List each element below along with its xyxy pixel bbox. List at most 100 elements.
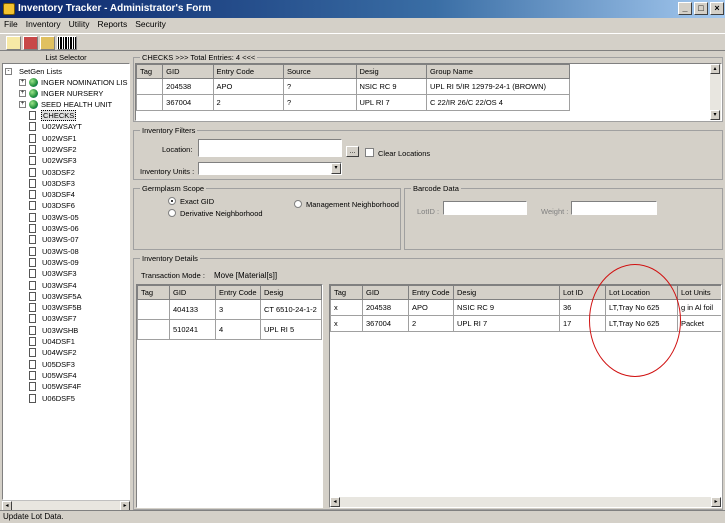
scroll-left-icon[interactable]: ◂ <box>330 497 340 507</box>
col-header[interactable]: Lot Units <box>677 285 721 300</box>
barcode-data-title: Barcode Data <box>411 184 461 193</box>
cell[interactable]: 36 <box>559 299 606 316</box>
menu-inventory[interactable]: Inventory <box>22 18 65 31</box>
open-icon[interactable] <box>40 36 55 50</box>
col-header[interactable]: Desig <box>453 285 560 300</box>
collapse-icon[interactable]: - <box>5 68 12 75</box>
list-item-label: U03WS-09 <box>42 257 79 267</box>
col-header[interactable]: Tag <box>136 64 164 79</box>
expand-icon[interactable]: + <box>19 79 26 86</box>
col-header[interactable]: GID <box>162 64 214 79</box>
close-button[interactable]: × <box>710 2 724 15</box>
cell[interactable] <box>137 319 170 340</box>
cell[interactable] <box>137 299 170 320</box>
cell[interactable]: ? <box>283 78 357 95</box>
scroll-up-icon[interactable]: ▴ <box>710 64 720 74</box>
checks-vertical-scrollbar[interactable]: ▴ ▾ <box>710 64 721 120</box>
document-icon <box>29 201 36 211</box>
menu-security[interactable]: Security <box>131 18 170 31</box>
col-header[interactable]: Desig <box>355 64 427 79</box>
cell[interactable]: 510241 <box>169 319 216 340</box>
cell[interactable]: 204538 <box>362 299 409 316</box>
toolbar <box>0 33 725 51</box>
cell[interactable]: CT 6510-24-1-2 <box>260 299 322 320</box>
col-header[interactable]: GID <box>362 285 409 300</box>
col-header[interactable]: Group Name <box>425 64 571 79</box>
cell[interactable] <box>136 78 164 95</box>
dropdown-arrow-icon[interactable]: ▾ <box>331 163 341 174</box>
clear-locations-label: Clear Locations <box>378 149 431 158</box>
document-icon <box>29 370 36 380</box>
cell[interactable]: LT,Tray No 625 <box>605 299 678 316</box>
cell[interactable]: x <box>330 299 363 316</box>
cell[interactable]: 17 <box>559 315 606 332</box>
cell[interactable]: 4 <box>215 319 261 340</box>
browse-location-button[interactable]: ... <box>346 146 359 157</box>
cell[interactable]: g in Al foil <box>677 299 721 316</box>
table-row[interactable]: 510241 4 UPL RI 5 <box>137 319 322 340</box>
scroll-down-icon[interactable]: ▾ <box>710 110 720 120</box>
col-header[interactable]: Tag <box>330 285 363 300</box>
col-header[interactable]: Entry Code <box>408 285 454 300</box>
document-icon <box>29 246 36 256</box>
col-header[interactable]: Tag <box>137 285 170 300</box>
table-row[interactable]: 204538 APO ? NSIC RC 9 UPL RI 5/IR 12979… <box>136 78 571 95</box>
cell[interactable]: LT,Tray No 625 <box>605 315 678 332</box>
cell[interactable]: NSIC RC 9 <box>453 299 560 316</box>
scroll-right-icon[interactable]: ▸ <box>711 497 721 507</box>
inventory-filters-group: Inventory Filters Location: ... Clear Lo… <box>133 126 723 180</box>
table-row[interactable]: x 204538 APO NSIC RC 9 36 LT,Tray No 625… <box>330 299 721 316</box>
save-icon[interactable] <box>23 36 38 50</box>
cell[interactable]: 404133 <box>169 299 216 320</box>
exact-gid-radio[interactable] <box>168 197 176 205</box>
new-icon[interactable] <box>6 36 21 50</box>
status-bar: Update Lot Data. <box>0 510 725 523</box>
lot-grid-horizontal-scrollbar[interactable]: ◂ ▸ <box>330 497 721 507</box>
cell[interactable]: APO <box>408 299 454 316</box>
cell[interactable]: UPL RI 5/IR 12979-24-1 (BROWN) <box>425 78 571 95</box>
cell[interactable]: 2 <box>212 94 285 111</box>
col-header[interactable]: Source <box>283 64 357 79</box>
location-input[interactable] <box>198 139 342 157</box>
col-header[interactable]: Lot ID <box>559 285 606 300</box>
cell[interactable]: 2 <box>408 315 454 332</box>
col-header[interactable]: GID <box>169 285 216 300</box>
minimize-button[interactable]: _ <box>678 2 692 15</box>
menu-file[interactable]: File <box>0 18 22 31</box>
col-header[interactable]: Entry Code <box>212 64 285 79</box>
expand-icon[interactable]: + <box>19 101 26 108</box>
derivative-neighborhood-radio[interactable] <box>168 209 176 217</box>
table-row[interactable]: 404133 3 CT 6510-24-1-2 <box>137 299 322 320</box>
cell[interactable]: UPL RI 5 <box>260 319 322 340</box>
col-header[interactable]: Lot Location <box>605 285 678 300</box>
cell[interactable]: C 22/IR 26/C 22/OS 4 <box>425 94 571 111</box>
cell[interactable]: 367004 <box>362 315 409 332</box>
weight-input[interactable] <box>571 201 657 215</box>
menu-utility[interactable]: Utility <box>65 18 94 31</box>
inventory-units-select[interactable]: ▾ <box>198 162 342 175</box>
cell[interactable]: ? <box>283 94 357 111</box>
cell[interactable]: NSIC RC 9 <box>355 78 427 95</box>
cell[interactable]: 204538 <box>162 78 214 95</box>
cell[interactable]: x <box>330 315 363 332</box>
cell[interactable]: UPL RI 7 <box>355 94 427 111</box>
cell[interactable]: 367004 <box>162 94 214 111</box>
col-header[interactable]: Entry Code <box>215 285 261 300</box>
document-icon <box>29 122 36 132</box>
cell[interactable]: APO <box>212 78 285 95</box>
barcode-icon[interactable] <box>57 36 77 50</box>
tree-horizontal-scrollbar[interactable]: ◂ ▸ <box>2 500 130 511</box>
cell[interactable] <box>136 94 164 111</box>
cell[interactable]: 3 <box>215 299 261 320</box>
table-row[interactable]: 367004 2 ? UPL RI 7 C 22/IR 26/C 22/OS 4 <box>136 94 571 111</box>
col-header[interactable]: Desig <box>260 285 322 300</box>
expand-icon[interactable]: + <box>19 90 26 97</box>
table-row[interactable]: x 367004 2 UPL RI 7 17 LT,Tray No 625 Pa… <box>330 315 721 332</box>
cell[interactable]: UPL RI 7 <box>453 315 560 332</box>
clear-locations-checkbox[interactable] <box>365 148 374 157</box>
management-neighborhood-radio[interactable] <box>294 200 302 208</box>
lot-id-input[interactable] <box>443 201 527 215</box>
menu-reports[interactable]: Reports <box>93 18 131 31</box>
cell[interactable]: Packet <box>677 315 721 332</box>
maximize-button[interactable]: □ <box>694 2 708 15</box>
